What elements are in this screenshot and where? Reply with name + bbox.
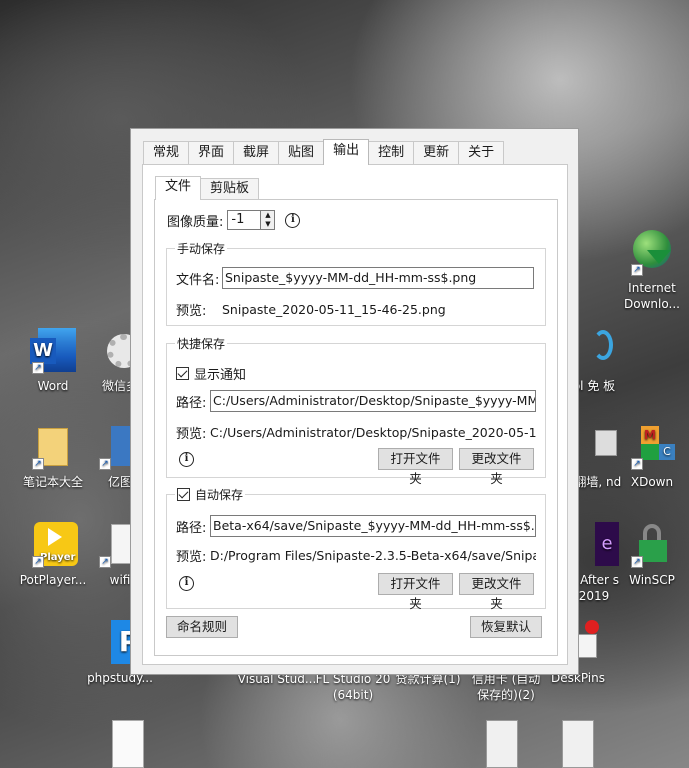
desktop-icon-label: FL Studio 20 (64bit) — [315, 672, 391, 702]
lock-icon: ↗ — [629, 522, 675, 568]
potplayer-icon: Player ↗ — [30, 522, 78, 568]
auto-save-path-input[interactable]: Beta-x64/save/Snipaste_$yyyy-MM-dd_HH-mm… — [210, 515, 536, 537]
desktop-icon-idm[interactable]: ↗ Internet Downlo... — [612, 230, 689, 312]
filename-input[interactable]: Snipaste_$yyyy-MM-dd_HH-mm-ss$.png — [222, 267, 534, 289]
auto-save-title[interactable]: 自动保存 — [175, 486, 246, 503]
spin-down-icon[interactable]: ▼ — [261, 220, 275, 229]
tab-paste[interactable]: 贴图 — [278, 141, 325, 165]
manual-save-group: 手动保存 文件名: Snipaste_$yyyy-MM-dd_HH-mm-ss$… — [166, 240, 546, 326]
image-quality-spinbox[interactable]: -1 ▲ ▼ — [227, 210, 276, 230]
naming-rules-button[interactable]: 命名规则 — [166, 616, 238, 638]
preview-value: C:/Users/Administrator/Desktop/Snipaste_… — [210, 425, 536, 440]
auto-save-group: 自动保存 路径: Beta-x64/save/Snipaste_$yyyy-MM… — [166, 486, 546, 611]
desktop-icon-label: C — [0, 492, 8, 508]
output-subtabs: 文件 剪贴板 — [155, 176, 260, 200]
restore-default-button[interactable]: 恢复默认 — [470, 616, 542, 638]
image-quality-label: 图像质量: — [167, 214, 224, 230]
show-notification-label: 显示通知 — [194, 368, 247, 383]
desktop-icon-label: WinSCP — [629, 573, 675, 587]
auto-save-checkbox[interactable] — [177, 488, 190, 501]
word-icon: W ↗ — [30, 328, 76, 374]
quick-save-title: 快捷保存 — [175, 335, 228, 352]
preview-label: 预览: — [176, 304, 207, 319]
file-subpanel: 图像质量: -1 ▲ ▼ i 手动保存 文件名: Snipaste_$yyyy-… — [154, 199, 558, 656]
preferences-dialog: 常规 界面 截屏 贴图 输出 控制 更新 关于 文件 剪贴板 图像质量: -1 … — [130, 128, 579, 675]
open-folder-button[interactable]: 打开文件夹 — [378, 573, 453, 611]
output-panel: 文件 剪贴板 图像质量: -1 ▲ ▼ i 手动保存 文件名: Snipaste… — [142, 164, 568, 665]
document-icon[interactable] — [562, 720, 594, 768]
auto-save-label: 自动保存 — [195, 488, 244, 502]
path-label: 路径: — [176, 520, 207, 536]
tab-update[interactable]: 更新 — [413, 141, 460, 165]
show-notification-checkbox[interactable] — [176, 367, 189, 380]
filename-label: 文件名: — [176, 272, 220, 288]
subtab-file[interactable]: 文件 — [155, 176, 202, 200]
change-folder-button[interactable]: 更改文件夹 — [459, 573, 534, 611]
manual-save-title: 手动保存 — [175, 240, 228, 257]
file-icon[interactable] — [112, 720, 144, 768]
path-label: 路径: — [176, 395, 207, 411]
tab-control[interactable]: 控制 — [368, 141, 415, 165]
main-tabs: 常规 界面 截屏 贴图 输出 控制 更新 关于 — [143, 139, 505, 165]
preview-value: Snipaste_2020-05-11_15-46-25.png — [222, 302, 446, 317]
desktop-icon-label: 信用卡 (自动 保存的)(2) — [471, 672, 541, 702]
show-notification-row[interactable]: 显示通知 — [176, 364, 246, 383]
open-folder-button[interactable]: 打开文件夹 — [378, 448, 453, 486]
tab-interface[interactable]: 界面 — [188, 141, 235, 165]
desktop-icon-winscp[interactable]: ↗ WinSCP — [612, 522, 689, 588]
preview-label: 预览: — [176, 550, 207, 565]
quick-save-path-input[interactable]: C:/Users/Administrator/Desktop/Snipaste_… — [210, 390, 536, 412]
change-folder-button[interactable]: 更改文件夹 — [459, 448, 534, 486]
desktop-icon-credit-card[interactable]: 信用卡 (自动 保存的)(2) — [466, 671, 546, 703]
tab-about[interactable]: 关于 — [458, 141, 505, 165]
folder-icon: ↗ — [30, 424, 76, 470]
preview-label: 预览: — [176, 427, 207, 442]
document-icon[interactable] — [486, 720, 518, 768]
globe-icon: ↗ — [629, 230, 675, 276]
tab-snip[interactable]: 截屏 — [233, 141, 280, 165]
desktop-icon-label: Internet Downlo... — [624, 281, 680, 311]
spin-up-icon[interactable]: ▲ — [261, 211, 275, 220]
desktop-icon-fl-studio[interactable]: FL Studio 20 (64bit) — [313, 671, 393, 703]
image-quality-row: 图像质量: -1 ▲ ▼ i — [167, 210, 301, 230]
info-icon[interactable]: i — [179, 452, 194, 467]
xdown-icon: M C ↗ — [629, 424, 675, 470]
quick-save-group: 快捷保存 显示通知 路径: C:/Users/Administrator/Des… — [166, 335, 546, 486]
preview-value: D:/Program Files/Snipaste-2.3.5-Beta-x64… — [210, 548, 536, 563]
info-icon[interactable]: i — [179, 576, 194, 591]
subtab-clipboard[interactable]: 剪贴板 — [200, 178, 260, 200]
info-icon[interactable]: i — [285, 212, 301, 228]
desktop-icon-edge-c: C — [0, 492, 8, 508]
tab-general[interactable]: 常规 — [143, 141, 190, 165]
tab-output[interactable]: 输出 — [323, 139, 370, 165]
image-quality-value[interactable]: -1 — [227, 210, 262, 230]
